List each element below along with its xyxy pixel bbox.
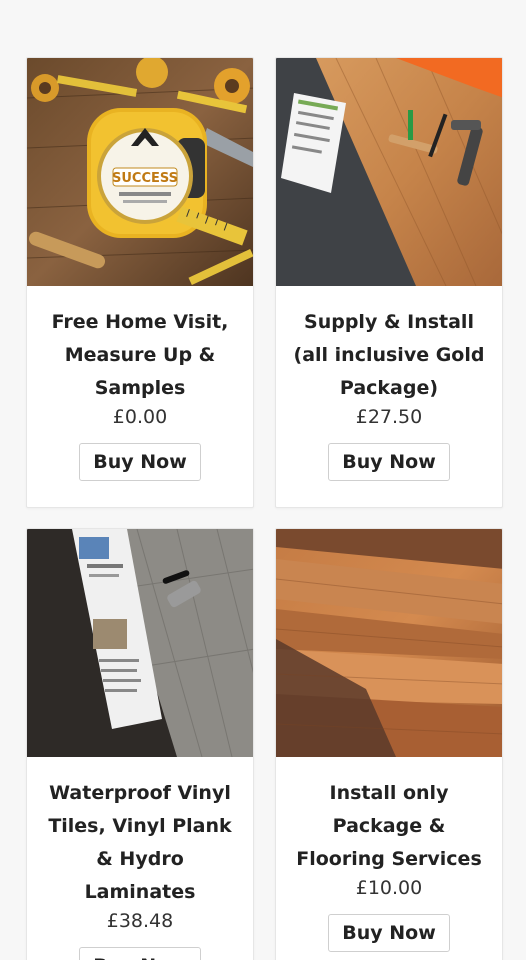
svg-text:SUCCESS: SUCCESS xyxy=(112,171,178,186)
product-card: Install only Package & Flooring Services… xyxy=(275,528,503,960)
product-title[interactable]: Waterproof Vinyl Tiles, Vinyl Plank & Hy… xyxy=(39,777,241,909)
wood-floor-image xyxy=(276,529,502,757)
product-image-link[interactable] xyxy=(276,58,502,286)
product-info: Free Home Visit, Measure Up & Samples £0… xyxy=(27,286,253,481)
product-title[interactable]: Free Home Visit, Measure Up & Samples xyxy=(39,306,241,405)
product-info: Install only Package & Flooring Services… xyxy=(276,757,502,952)
product-price: £27.50 xyxy=(355,406,423,428)
product-card: Supply & Install (all inclusive Gold Pac… xyxy=(275,57,503,508)
product-price: £10.00 xyxy=(355,877,423,899)
product-title[interactable]: Supply & Install (all inclusive Gold Pac… xyxy=(288,306,490,405)
vinyl-plank-image xyxy=(27,529,253,757)
product-image-link[interactable] xyxy=(276,529,502,757)
tape-measure-image: SUCCESS xyxy=(27,58,253,286)
product-image-link[interactable]: SUCCESS xyxy=(27,58,253,286)
buy-now-button[interactable]: Buy Now xyxy=(328,914,450,952)
buy-now-button[interactable]: Buy Now xyxy=(79,443,201,481)
product-price: £0.00 xyxy=(112,406,168,428)
buy-now-button[interactable]: Buy Now xyxy=(328,443,450,481)
product-grid: SUCCESS Free Home Visit, Measure Up & Sa… xyxy=(0,0,526,960)
product-card: SUCCESS Free Home Visit, Measure Up & Sa… xyxy=(26,57,254,508)
laminate-install-image xyxy=(276,58,502,286)
product-title[interactable]: Install only Package & Flooring Services xyxy=(288,777,490,876)
product-info: Supply & Install (all inclusive Gold Pac… xyxy=(276,286,502,481)
product-price: £38.48 xyxy=(106,910,174,932)
buy-now-button[interactable]: Buy Now xyxy=(79,947,201,960)
product-image-link[interactable] xyxy=(27,529,253,757)
product-info: Waterproof Vinyl Tiles, Vinyl Plank & Hy… xyxy=(27,757,253,960)
product-card: Waterproof Vinyl Tiles, Vinyl Plank & Hy… xyxy=(26,528,254,960)
